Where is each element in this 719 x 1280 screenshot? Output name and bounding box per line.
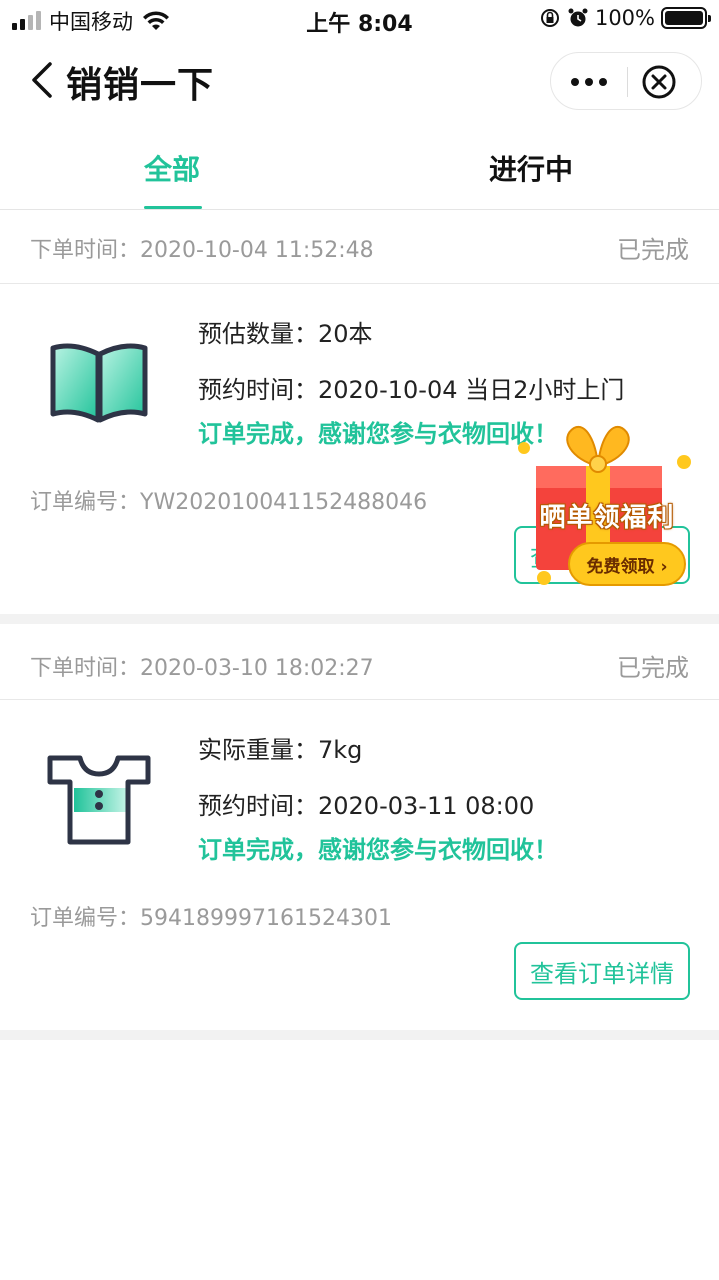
order-time: 下单时间：2020-03-10 18:02:27 (30, 650, 374, 682)
order-number: 订单编号：594189997161524301 (30, 900, 392, 932)
order-status: 已完成 (617, 236, 689, 264)
completion-message: 订单完成，感谢您参与衣物回收！ (198, 420, 558, 448)
quantity-value: 20本 (318, 320, 373, 348)
order-time-value: 2020-10-04 11:52:48 (140, 238, 374, 263)
alarm-icon (568, 8, 588, 27)
order-header: 下单时间：2020-10-04 11:52:48 已完成 (0, 210, 719, 284)
free-claim-button[interactable]: 免费领取 › (568, 542, 686, 586)
nav-bar: 销销一下 (0, 40, 719, 120)
order-time-value: 2020-03-10 18:02:27 (140, 656, 374, 681)
order-header: 下单时间：2020-03-10 18:02:27 已完成 (0, 624, 719, 700)
order-quantity: 预估数量：20本 (198, 314, 373, 349)
chevron-left-icon[interactable] (28, 60, 58, 100)
order-number-value: YW202010041152488046 (140, 490, 428, 515)
status-bar: 中国移动 上午 8:04 100% (0, 0, 719, 40)
order-number-value: 594189997161524301 (140, 906, 392, 931)
close-circle-icon[interactable] (641, 64, 677, 100)
capsule-divider (627, 67, 628, 97)
appointment-label: 预约时间： (198, 792, 318, 820)
tab-in-progress[interactable]: 进行中 (489, 148, 573, 188)
battery-percent: 100% (594, 6, 655, 30)
order-appointment: 预约时间：2020-10-04 当日2小时上门 (198, 370, 624, 405)
tshirt-icon (47, 755, 151, 845)
order-appointment: 预约时间：2020-03-11 08:00 (198, 786, 534, 821)
gift-title: 晒单领福利 (539, 502, 675, 533)
quantity-label: 预估数量： (198, 320, 318, 348)
active-tab-indicator (144, 206, 202, 209)
order-number-label: 订单编号： (30, 490, 141, 515)
more-dots-icon[interactable] (551, 53, 627, 111)
order-time-label: 下单时间： (30, 238, 141, 263)
order-status: 已完成 (617, 654, 689, 682)
order-tabs: 全部 进行中 (0, 120, 719, 210)
page-title: 销销一下 (66, 65, 215, 106)
gift-promo[interactable]: 晒单领福利 免费领取 › (512, 420, 702, 592)
completion-message: 订单完成，感谢您参与衣物回收！ (198, 836, 558, 864)
weight-value: 7kg (318, 736, 363, 764)
tab-all[interactable]: 全部 (144, 148, 200, 188)
mini-program-capsule (550, 52, 702, 110)
battery-icon (661, 7, 711, 29)
appointment-value: 2020-10-04 当日2小时上门 (318, 376, 625, 404)
order-number: 订单编号：YW202010041152488046 (30, 484, 427, 516)
order-weight: 实际重量：7kg (198, 730, 362, 765)
weight-label: 实际重量： (198, 736, 318, 764)
order-time-label: 下单时间： (30, 656, 141, 681)
status-right: 100% (539, 6, 711, 30)
appointment-label: 预约时间： (198, 376, 318, 404)
rotation-lock-icon (540, 9, 559, 27)
appointment-value: 2020-03-11 08:00 (318, 792, 535, 820)
book-icon (50, 343, 148, 423)
view-order-detail-button[interactable]: 查看订单详情 (514, 942, 690, 1000)
section-divider (0, 614, 719, 624)
order-number-label: 订单编号： (30, 906, 141, 931)
section-divider (0, 1030, 719, 1040)
order-time: 下单时间：2020-10-04 11:52:48 (30, 232, 374, 264)
order-card: 下单时间：2020-03-10 18:02:27 已完成 实际重量：7kg 预约… (0, 624, 719, 1030)
